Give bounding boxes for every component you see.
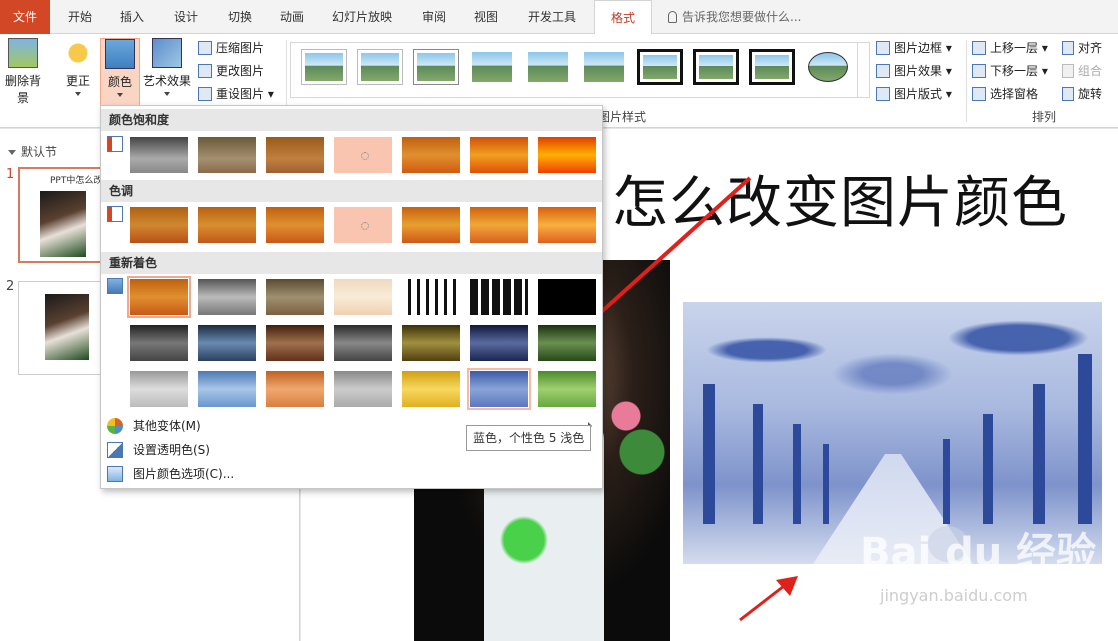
tone-swatch-5[interactable] bbox=[401, 206, 461, 244]
recolor-sepia[interactable] bbox=[265, 278, 325, 316]
picture-color-options-label: 图片颜色选项(C)... bbox=[133, 467, 235, 481]
recolor-light-5[interactable] bbox=[401, 370, 461, 408]
tone-swatch-6[interactable] bbox=[469, 206, 529, 244]
recolor-black-white-75[interactable] bbox=[537, 278, 597, 316]
saturation-swatch-300[interactable] bbox=[469, 136, 529, 174]
recolor-icon bbox=[107, 278, 123, 294]
tone-icon bbox=[107, 206, 123, 222]
recolor-dark-1[interactable] bbox=[129, 324, 189, 362]
tone-header: 色调 bbox=[101, 180, 602, 202]
recolor-black-white-25[interactable] bbox=[401, 278, 461, 316]
tone-swatch-2[interactable] bbox=[197, 206, 257, 244]
saturation-header: 颜色饱和度 bbox=[101, 109, 602, 131]
saturation-swatch-200[interactable] bbox=[401, 136, 461, 174]
saturation-swatch-400[interactable] bbox=[537, 136, 597, 174]
saturation-swatch-100[interactable] bbox=[333, 136, 393, 174]
saturation-icon bbox=[107, 136, 123, 152]
swatch-tooltip: 蓝色，个性色 5 浅色 bbox=[466, 425, 592, 451]
recolor-dark-5[interactable] bbox=[401, 324, 461, 362]
picture-color-options-icon bbox=[107, 466, 123, 482]
saturation-swatch-33[interactable] bbox=[197, 136, 257, 174]
set-transparent-label: 设置透明色(S) bbox=[133, 443, 210, 457]
recolor-light-1[interactable] bbox=[129, 370, 189, 408]
recolor-no-recolor[interactable] bbox=[127, 276, 191, 318]
recolor-light-7[interactable] bbox=[537, 370, 597, 408]
recolor-blue-accent5-light[interactable] bbox=[467, 368, 531, 410]
tone-swatch-1[interactable] bbox=[129, 206, 189, 244]
recolor-grayscale[interactable] bbox=[197, 278, 257, 316]
recolor-dark-7[interactable] bbox=[537, 324, 597, 362]
recolor-dark-2[interactable] bbox=[197, 324, 257, 362]
tone-swatch-4[interactable] bbox=[333, 206, 393, 244]
recolor-light-2[interactable] bbox=[197, 370, 257, 408]
annotation-arrow-2 bbox=[739, 584, 785, 622]
recolor-washout[interactable] bbox=[333, 278, 393, 316]
recolor-dark-3[interactable] bbox=[265, 324, 325, 362]
tone-swatch-7[interactable] bbox=[537, 206, 597, 244]
recolor-dark-4[interactable] bbox=[333, 324, 393, 362]
recolor-header: 重新着色 bbox=[101, 252, 602, 274]
tone-swatch-3[interactable] bbox=[265, 206, 325, 244]
recolor-light-3[interactable] bbox=[265, 370, 325, 408]
saturation-swatch-66[interactable] bbox=[265, 136, 325, 174]
arrowhead-icon bbox=[776, 576, 798, 596]
picture-color-options-item[interactable]: 图片颜色选项(C)... bbox=[101, 462, 602, 486]
recolor-light-4[interactable] bbox=[333, 370, 393, 408]
transparent-color-pen-icon bbox=[107, 442, 123, 458]
recolor-dark-6[interactable] bbox=[469, 324, 529, 362]
more-variations-label: 其他变体(M) bbox=[133, 419, 201, 433]
color-wheel-icon bbox=[107, 418, 123, 434]
recolor-black-white-50[interactable] bbox=[469, 278, 529, 316]
saturation-swatch-0[interactable] bbox=[129, 136, 189, 174]
